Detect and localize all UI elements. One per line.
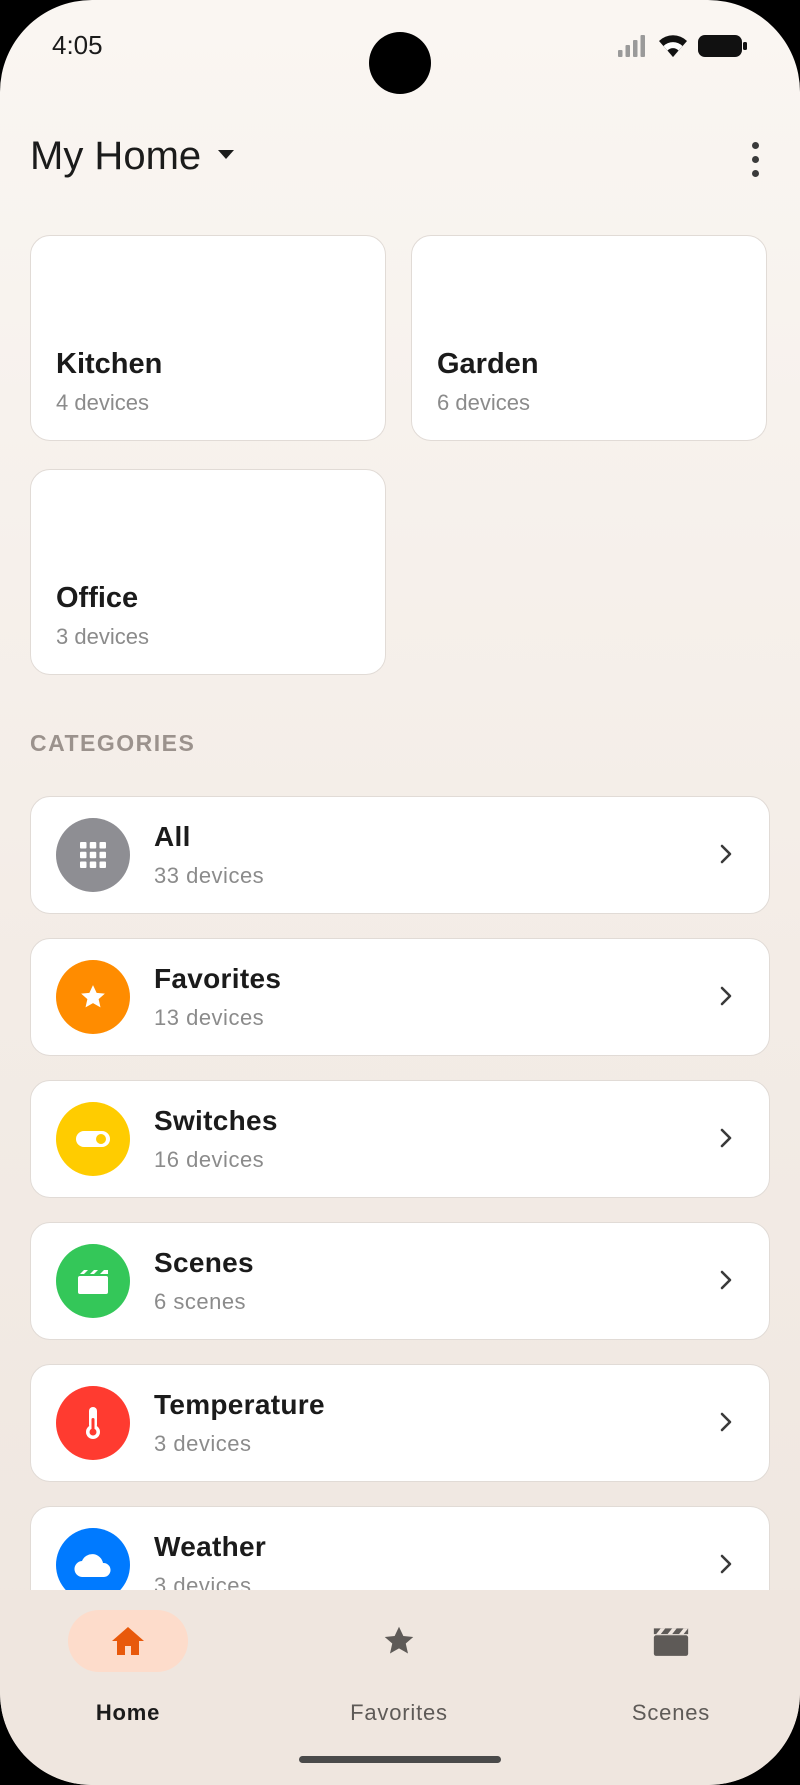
nav-icon-container [611, 1610, 731, 1672]
category-name: Switches [154, 1105, 278, 1136]
status-time: 4:05 [52, 30, 103, 60]
chevron-right-icon [720, 986, 732, 1006]
room-card-office[interactable]: Office 3 devices [30, 469, 386, 675]
star-icon [56, 960, 130, 1034]
category-row-favorites[interactable]: Favorites 13 devices [30, 938, 770, 1056]
star-icon [384, 1626, 414, 1654]
status-icons [618, 34, 748, 58]
category-name: All [154, 821, 191, 852]
phone-screen: 4:05 My Home Kitchen 4 devices Garden 6 … [0, 0, 800, 1785]
category-row-weather[interactable]: Weather 3 devices [30, 1506, 770, 1590]
grid-icon [56, 818, 130, 892]
room-name: Office [56, 582, 139, 614]
cloud-icon [56, 1528, 130, 1590]
thermometer-icon [56, 1386, 130, 1460]
app-header: My Home [30, 128, 770, 188]
room-device-count: 4 devices [56, 390, 149, 415]
chevron-right-icon [720, 1554, 732, 1574]
nav-item-home[interactable]: Home [28, 1610, 228, 1725]
home-selector[interactable]: My Home [30, 134, 201, 179]
category-name: Favorites [154, 963, 282, 994]
chevron-right-icon [720, 1270, 732, 1290]
category-count: 33 devices [154, 863, 265, 888]
category-name: Weather [154, 1531, 267, 1562]
category-row-switches[interactable]: Switches 16 devices [30, 1080, 770, 1198]
nav-label: Scenes [631, 1700, 711, 1725]
room-name: Garden [437, 348, 539, 380]
room-device-count: 3 devices [56, 624, 149, 649]
category-row-temperature[interactable]: Temperature 3 devices [30, 1364, 770, 1482]
category-name: Scenes [154, 1247, 254, 1278]
home-icon [112, 1627, 144, 1655]
clapperboard-icon [56, 1244, 130, 1318]
categories-heading: CATEGORIES [30, 730, 196, 756]
status-bar: 4:05 [0, 0, 800, 100]
chevron-right-icon [720, 844, 732, 864]
nav-label: Favorites [350, 1700, 448, 1725]
nav-active-indicator [68, 1610, 188, 1672]
category-count: 6 scenes [154, 1289, 247, 1314]
caret-down-icon[interactable] [218, 150, 234, 159]
nav-item-favorites[interactable]: Favorites [299, 1610, 499, 1725]
clapperboard-icon [653, 1628, 689, 1656]
cellular-signal-icon [618, 35, 648, 57]
chevron-right-icon [720, 1412, 732, 1432]
category-name: Temperature [154, 1389, 325, 1420]
toggle-icon [56, 1102, 130, 1176]
category-count: 3 devices [154, 1431, 252, 1456]
room-card-garden[interactable]: Garden 6 devices [411, 235, 767, 441]
category-count: 16 devices [154, 1147, 265, 1172]
battery-icon [698, 34, 748, 58]
home-indicator[interactable] [299, 1756, 501, 1763]
room-card-kitchen[interactable]: Kitchen 4 devices [30, 235, 386, 441]
category-list: All 33 devices Favorites 13 devices Swit… [30, 796, 770, 1590]
room-name: Kitchen [56, 348, 163, 380]
category-count: 3 devices [154, 1573, 252, 1590]
category-count: 13 devices [154, 1005, 265, 1030]
nav-label: Home [95, 1700, 161, 1725]
front-camera [369, 32, 431, 94]
category-row-scenes[interactable]: Scenes 6 scenes [30, 1222, 770, 1340]
wifi-icon [658, 34, 688, 58]
category-row-all[interactable]: All 33 devices [30, 796, 770, 914]
chevron-right-icon [720, 1128, 732, 1148]
room-device-count: 6 devices [437, 390, 530, 415]
more-vert-icon[interactable] [740, 140, 770, 180]
nav-item-scenes[interactable]: Scenes [571, 1610, 771, 1725]
nav-icon-container [339, 1610, 459, 1672]
